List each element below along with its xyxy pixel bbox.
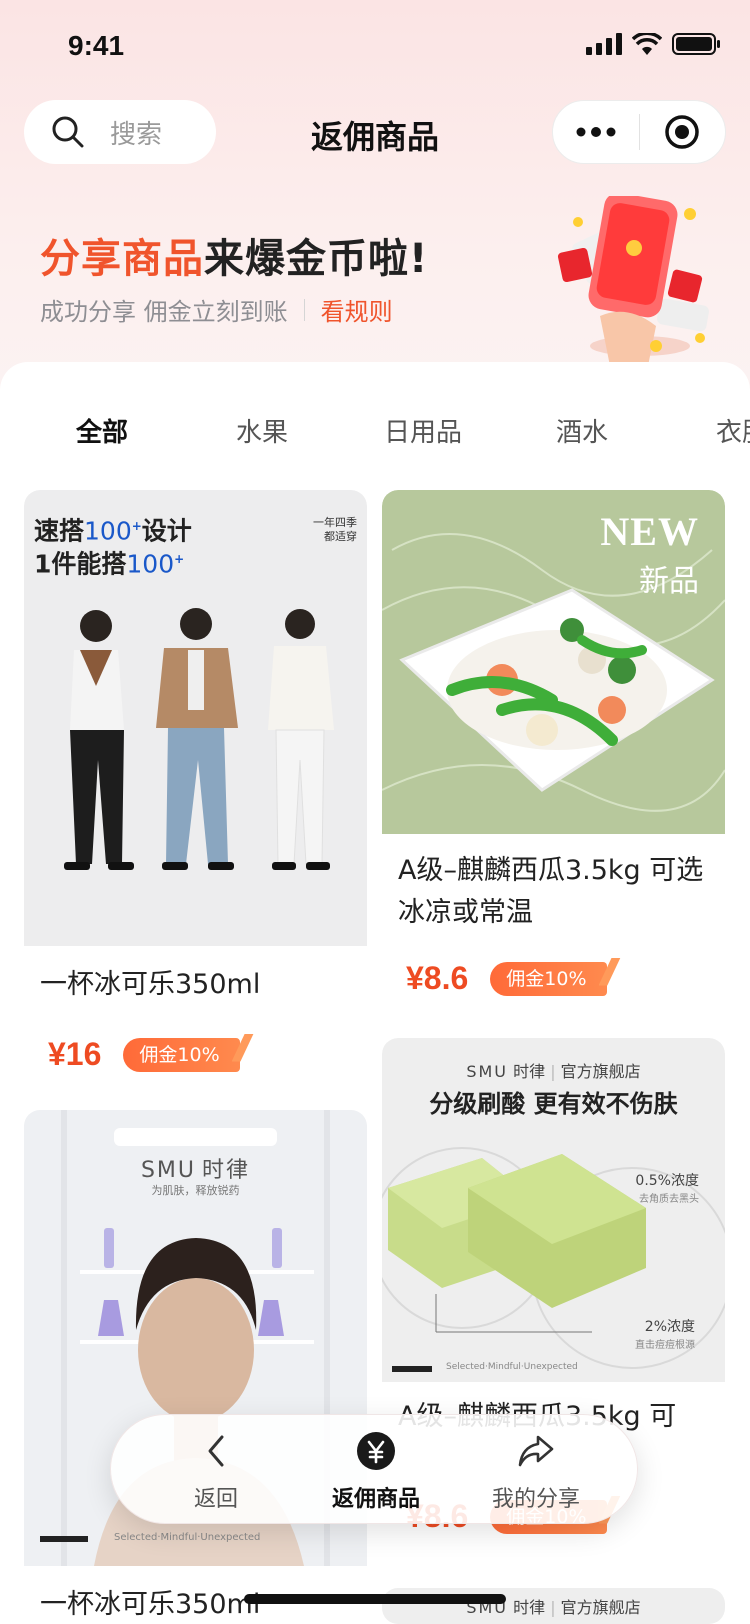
wifi-icon	[632, 33, 662, 55]
brand-footer: Selected·Mindful·Unexpected	[114, 1532, 261, 1543]
tab-clothes[interactable]: 衣服	[716, 412, 750, 449]
product-headline: 分级刷酸 更有效不伤肤	[429, 1090, 678, 1118]
brand-logo: SMU 时律	[140, 1158, 251, 1183]
banner-divider	[303, 298, 305, 321]
concentration-tag-1: 0.5%浓度	[635, 1173, 699, 1189]
rebate-label: 返佣商品	[331, 1487, 420, 1512]
new-label-cn: 新品	[639, 564, 699, 599]
search-bar[interactable]: 搜索	[24, 100, 216, 164]
product-title: 一杯冰可乐350ml	[40, 1589, 261, 1620]
promo-headline: 速搭100+设计 1件能搭100+	[34, 516, 192, 579]
target-circle-icon	[665, 115, 699, 149]
tab-all[interactable]: 全部	[76, 412, 128, 449]
banner-title: 分享商品来爆金币啦!	[40, 226, 428, 284]
status-bar: 9:41	[0, 0, 750, 90]
my-share-button[interactable]: 我的分享	[451, 1431, 621, 1513]
concentration-tag-1-sub: 去角质去黑头	[639, 1194, 699, 1205]
back-button[interactable]: 返回	[131, 1431, 301, 1513]
my-share-label: 我的分享	[491, 1487, 580, 1512]
rebate-products-button[interactable]: 返佣商品	[291, 1431, 461, 1513]
price-row: ¥16 佣金10%	[48, 1036, 240, 1073]
back-label: 返回	[193, 1487, 238, 1512]
tab-drinks[interactable]: 酒水	[556, 412, 608, 449]
season-tag: 一年四季 都适穿	[313, 516, 357, 543]
product-card[interactable]: NEW 新品 A级–麒麟西瓜3.5kg 可选冰凉或常温 ¥8.6 佣金10%	[382, 490, 725, 1030]
commission-badge: 佣金10%	[490, 961, 607, 996]
brand-slogan: 为肌肤，释放锐药	[151, 1184, 240, 1197]
product-image: SMU 时律 | 官方旗舰店 分级刷酸 更有效不伤肤 0.5%浓度 去角质去黑头…	[382, 1038, 725, 1382]
concentration-tag-2-sub: 直击痘痘根源	[635, 1340, 695, 1351]
concentration-tag-2: 2%浓度	[644, 1319, 695, 1335]
product-image: NEW 新品	[382, 490, 725, 834]
product-card[interactable]: 速搭100+设计 1件能搭100+ 一年四季 都适穿 一杯冰可乐350ml ¥1…	[24, 490, 367, 1086]
price-row: ¥8.6 佣金10%	[406, 960, 607, 997]
tab-fruit[interactable]: 水果	[236, 412, 288, 449]
product-title: 一杯冰可乐350ml	[40, 969, 261, 1000]
more-dots-icon	[576, 127, 616, 137]
status-icons	[586, 32, 722, 56]
tab-daily-goods[interactable]: 日用品	[384, 412, 462, 449]
home-indicator	[244, 1594, 506, 1604]
product-title: A级–麒麟西瓜3.5kg 可选冰凉或常温	[398, 855, 704, 928]
close-miniprogram-button[interactable]	[640, 114, 726, 150]
product-price: ¥16	[48, 1036, 102, 1072]
yen-coin-icon	[357, 1432, 395, 1470]
product-card[interactable]: SMU 时律 为肌肤，释放锐药 Selected·Mindful·Unexpect…	[24, 1110, 367, 1624]
status-time: 9:41	[68, 30, 125, 61]
category-tabs: 全部 水果 日用品 酒水 衣服	[0, 412, 750, 452]
red-envelope-phone-illustration	[557, 196, 709, 366]
rules-link[interactable]: 看规则	[321, 292, 393, 327]
product-image: 速搭100+设计 1件能搭100+ 一年四季 都适穿	[24, 490, 367, 946]
floating-tab-bar: 返回 返佣商品 我的分享	[110, 1414, 638, 1524]
brand-footer: Selected·Mindful·Unexpected	[446, 1362, 578, 1372]
cellular-signal-icon	[586, 33, 622, 55]
banner-title-rest: 来爆金币啦!	[204, 236, 429, 282]
product-price: ¥8.6	[406, 960, 469, 996]
share-arrow-icon	[518, 1435, 554, 1467]
more-button[interactable]	[553, 127, 639, 137]
chevron-left-icon	[208, 1435, 224, 1467]
brand-header: SMU 时律 | 官方旗舰店	[466, 1062, 641, 1081]
banner-subtitle-row: 成功分享 佣金立刻到账 看规则	[40, 292, 393, 327]
search-icon	[52, 116, 84, 148]
battery-icon	[672, 33, 720, 55]
banner-subtitle: 成功分享 佣金立刻到账	[40, 298, 288, 326]
commission-badge: 佣金10%	[123, 1037, 240, 1072]
page-title: 返佣商品	[310, 118, 439, 156]
new-label: NEW	[600, 509, 699, 554]
search-placeholder: 搜索	[110, 119, 163, 150]
mini-program-capsule	[552, 100, 726, 164]
banner-title-highlight: 分享商品	[40, 236, 204, 282]
